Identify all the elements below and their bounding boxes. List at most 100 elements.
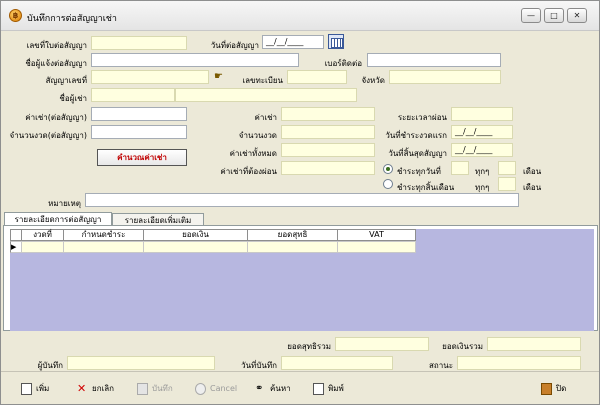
contract-extension-window: ฿ บันทึกการต่อสัญญาเช่า — □ ✕ เลขที่ใบต่… [0, 0, 600, 405]
tab-contract-details[interactable]: รายละเอียดการต่อสัญญา [4, 212, 112, 226]
pay-day-month-label: เดือน [523, 167, 542, 176]
cancel-button-label: Cancel [210, 384, 238, 393]
schedule-grid[interactable]: งวดที่ กำหนดชำระ ยอดเงิน ยอดสุทธิ VAT ▶ [10, 229, 594, 331]
contract-ext-no-field[interactable] [91, 36, 187, 50]
grid-corner [10, 229, 22, 241]
contract-no-field[interactable] [91, 70, 209, 84]
grid-header-amount[interactable]: ยอดเงิน [144, 229, 248, 241]
add-button-label: เพิ่ม [36, 384, 50, 393]
cancel-record-button[interactable]: ✕ ยกเลิก [77, 381, 114, 397]
total-rent-field[interactable] [281, 143, 375, 157]
calendar-icon[interactable] [328, 34, 344, 49]
grid-header-due-date[interactable]: กำหนดชำระ [64, 229, 144, 241]
status-field[interactable] [457, 356, 581, 370]
net-total-label: ยอดสุทธิรวม [287, 342, 331, 351]
grid-cell-amount[interactable] [144, 241, 248, 253]
ext-date-label: วันที่ต่อสัญญา [210, 41, 259, 50]
grid-cell-net[interactable] [248, 241, 338, 253]
minimize-button[interactable]: — [521, 8, 541, 23]
lessee-label: ชื่อผู้เช่า [59, 94, 87, 103]
grid-cell-vat[interactable] [338, 241, 416, 253]
amount-total-label: ยอดเงินรวม [442, 342, 483, 351]
province-label: จังหวัด [361, 76, 385, 85]
rent-due-field[interactable] [281, 161, 375, 175]
pay-every-day-radio[interactable] [383, 164, 393, 174]
new-document-icon [21, 382, 32, 395]
pay-day-months-field[interactable] [498, 161, 516, 175]
contract-no-label: สัญญาเลขที่ [45, 76, 87, 85]
window-title: บันทึกการต่อสัญญาเช่า [27, 14, 117, 24]
save-disk-icon [137, 382, 148, 395]
binoculars-icon: ⚭ [255, 382, 264, 394]
installments-ext-field[interactable] [91, 125, 187, 139]
title-bar[interactable]: ฿ บันทึกการต่อสัญญาเช่า — □ ✕ [1, 1, 599, 31]
search-button[interactable]: ⚭ ค้นหา [255, 381, 291, 397]
registration-field[interactable] [287, 70, 347, 84]
app-icon: ฿ [9, 9, 22, 22]
period-label: ระยะเวลาผ่อน [397, 113, 447, 122]
print-document-icon [313, 382, 324, 395]
maximize-button[interactable]: □ [544, 8, 564, 23]
requester-label: ชื่อผู้แจ้งต่อสัญญา [25, 59, 87, 68]
close-window-button[interactable]: ✕ [567, 8, 587, 23]
add-button[interactable]: เพิ่ม [21, 381, 49, 397]
grid-cell-installment[interactable] [22, 241, 64, 253]
search-button-label: ค้นหา [270, 384, 291, 393]
net-total-field[interactable] [335, 337, 429, 351]
lessee-name-field[interactable] [175, 88, 357, 102]
print-button[interactable]: พิมพ์ [313, 381, 344, 397]
registration-label: เลขทะเบียน [242, 76, 283, 85]
total-rent-label: ค่าเช่าทั้งหมด [229, 149, 277, 158]
province-field[interactable] [389, 70, 501, 84]
pay-day-field[interactable] [451, 161, 469, 175]
save-button-label: บันทึก [152, 384, 173, 393]
end-date-field[interactable]: __/__/____ [451, 143, 513, 157]
undo-icon [195, 382, 206, 395]
pay-day-label: ชำระทุกวันที่ [397, 167, 441, 176]
rent-field[interactable] [281, 107, 375, 121]
rent-due-label: ค่าเช่าที่ต้องผ่อน [220, 167, 277, 176]
close-button[interactable]: ปิด [541, 381, 566, 397]
pay-day-every-label: ทุกๆ [475, 167, 490, 176]
rent-label: ค่าเช่า [254, 113, 278, 122]
end-date-label: วันที่สิ้นสุดสัญญา [388, 149, 447, 158]
installments-ext-label: จำนวนงวด(ต่อสัญญา) [9, 131, 87, 140]
grid-header-net[interactable]: ยอดสุทธิ [248, 229, 338, 241]
x-mark-icon: ✕ [77, 381, 87, 395]
ext-date-field[interactable]: __/__/____ [262, 35, 324, 49]
toolbar-divider [1, 371, 599, 372]
requester-field[interactable] [91, 53, 299, 67]
rent-ext-field[interactable] [91, 107, 187, 121]
installments-label: จำนวนงวด [238, 131, 277, 140]
amount-total-field[interactable] [487, 337, 581, 351]
pay-end-month-label: เดือน [523, 183, 542, 192]
first-pay-field[interactable]: __/__/____ [451, 125, 513, 139]
save-button[interactable]: บันทึก [137, 381, 173, 397]
pay-end-months-field[interactable] [498, 177, 516, 191]
period-field[interactable] [451, 107, 513, 121]
lessee-field[interactable] [91, 88, 175, 102]
installments-field[interactable] [281, 125, 375, 139]
first-pay-label: วันที่ชำระงวดแรก [385, 131, 447, 140]
close-button-label: ปิด [556, 384, 567, 393]
bottom-toolbar: เพิ่ม ✕ ยกเลิก บันทึก Cancel ⚭ ค้นหา พิมพ์… [1, 373, 599, 404]
calculate-rent-button[interactable]: คำนวณค่าเช่า [97, 149, 187, 166]
rent-ext-label: ค่าเช่า(ต่อสัญญา) [25, 113, 87, 122]
note-field[interactable] [85, 193, 519, 207]
record-date-field[interactable] [281, 356, 393, 370]
grid-header-installment[interactable]: งวดที่ [22, 229, 64, 241]
lookup-hand-icon[interactable]: ☛ [214, 71, 228, 83]
exit-door-icon [541, 382, 552, 395]
contract-ext-no-label: เลขที่ใบต่อสัญญา [26, 41, 87, 50]
contact-phone-field[interactable] [367, 53, 501, 67]
cancel-button[interactable]: Cancel [195, 381, 237, 397]
contact-phone-label: เบอร์ติดต่อ [324, 59, 362, 68]
row-indicator-icon: ▶ [10, 241, 22, 253]
print-button-label: พิมพ์ [328, 384, 344, 393]
note-label: หมายเหตุ [48, 199, 81, 208]
grid-header-vat[interactable]: VAT [338, 229, 416, 241]
cancel-record-label: ยกเลิก [92, 384, 115, 393]
pay-month-end-radio[interactable] [383, 179, 393, 189]
recorder-field[interactable] [67, 356, 215, 370]
grid-cell-due-date[interactable] [64, 241, 144, 253]
